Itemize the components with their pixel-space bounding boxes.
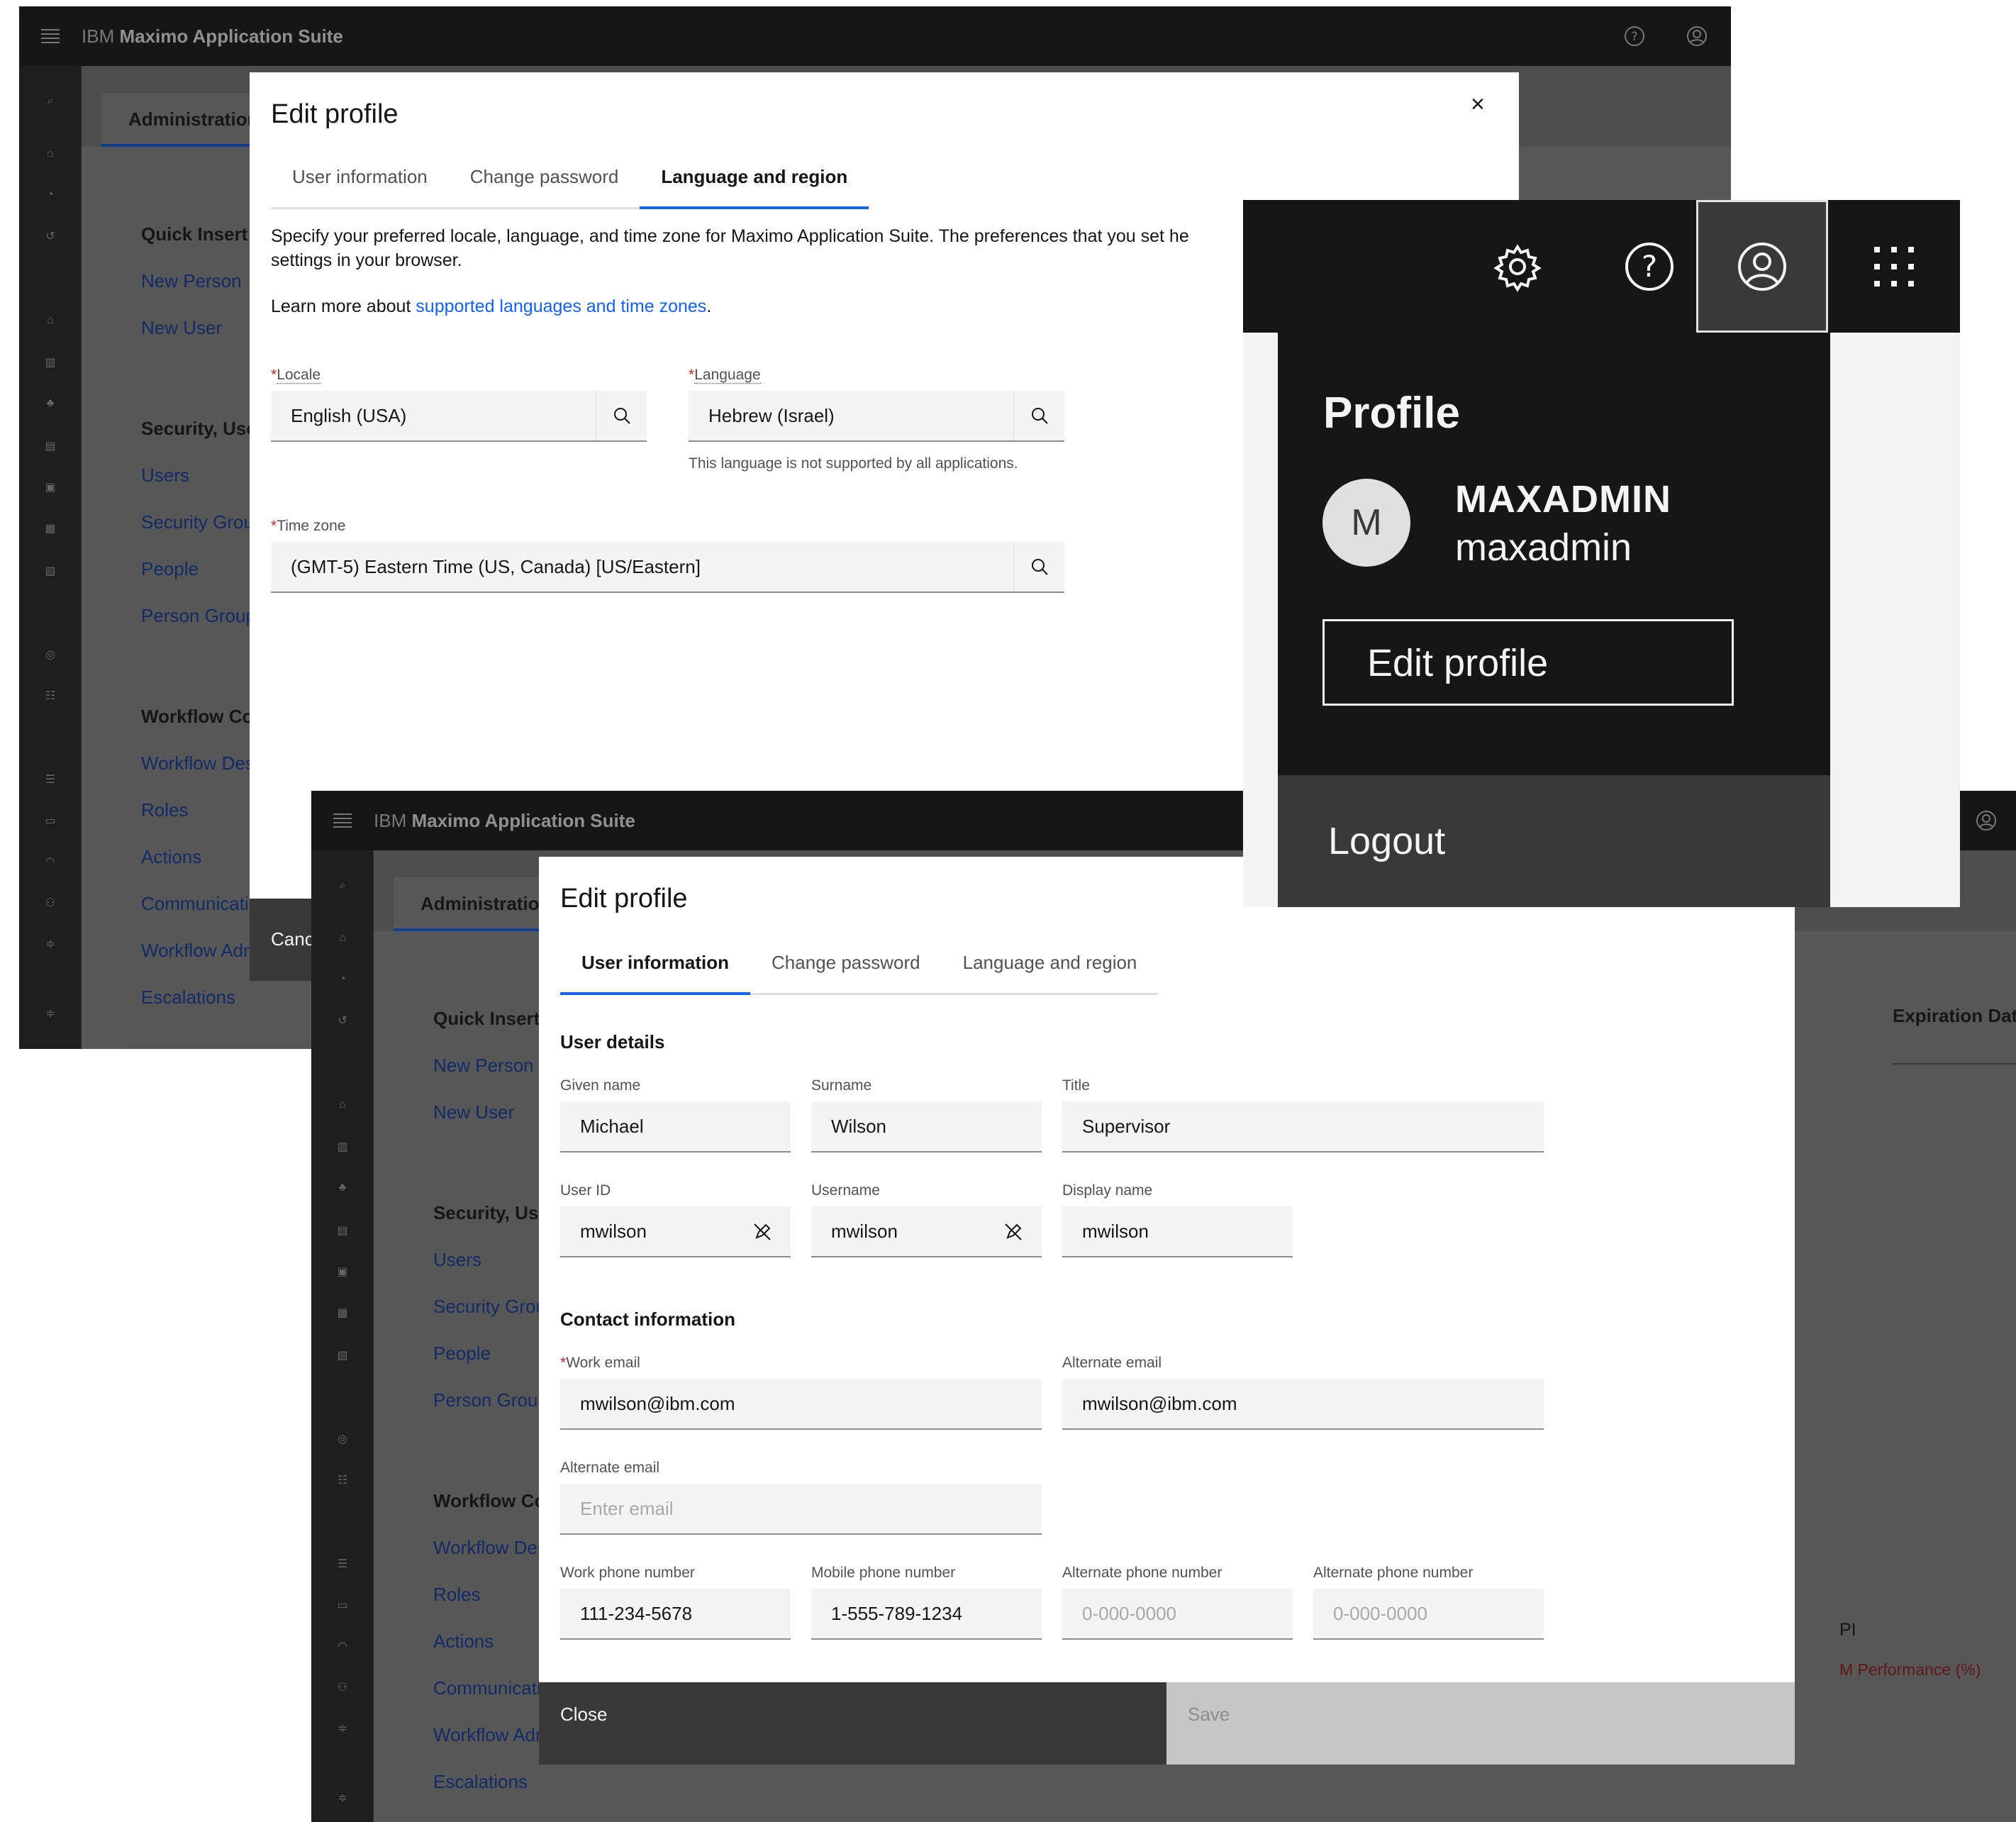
user-details-heading: User details bbox=[560, 1031, 665, 1052]
timezone-field[interactable]: (GMT-5) Eastern Time (US, Canada) [US/Ea… bbox=[271, 542, 1064, 593]
intro-text-2: settings in your browser. bbox=[271, 250, 462, 270]
work-phone-input[interactable]: 111-234-5678 bbox=[560, 1589, 791, 1640]
alternate-email-input[interactable]: mwilson@ibm.com bbox=[1062, 1379, 1544, 1430]
language-helper-text: This language is not supported by all ap… bbox=[689, 455, 1018, 472]
work-phone-label: Work phone number bbox=[560, 1565, 695, 1581]
given-name-label: Given name bbox=[560, 1077, 641, 1094]
title-input[interactable]: Supervisor bbox=[1062, 1101, 1544, 1152]
alt-phone-1-input[interactable]: 0-000-0000 bbox=[1062, 1589, 1293, 1640]
alt-phone-2-input[interactable]: 0-000-0000 bbox=[1313, 1589, 1544, 1640]
surname-label: Surname bbox=[811, 1077, 872, 1094]
tab-user-information[interactable]: User information bbox=[271, 166, 449, 209]
svg-text:?: ? bbox=[1642, 249, 1657, 284]
profile-username: maxadmin bbox=[1455, 526, 1632, 569]
settings-gear-icon[interactable] bbox=[1452, 200, 1583, 333]
search-icon[interactable] bbox=[596, 391, 647, 440]
edit-profile-button[interactable]: Edit profile bbox=[1322, 619, 1734, 706]
alt-phone-2-label: Alternate phone number bbox=[1313, 1565, 1474, 1581]
screenshot-user-information: IBM Maximo Application Suite ⌕ ⌂ ◔ ↺ ⌂ ▥… bbox=[311, 791, 2016, 1822]
language-label: *Language bbox=[689, 367, 761, 384]
save-button[interactable]: Save bbox=[1166, 1682, 1795, 1765]
close-icon[interactable]: × bbox=[1471, 91, 1485, 118]
edit-off-icon bbox=[752, 1222, 772, 1247]
tab-user-information[interactable]: User information bbox=[560, 952, 751, 995]
learn-more-text: Learn more about supported languages and… bbox=[271, 296, 712, 316]
user-profile-icon[interactable] bbox=[1696, 200, 1828, 333]
modal-tabs: User information Change password Languag… bbox=[271, 166, 869, 209]
intro-text: Specify your preferred locale, language,… bbox=[271, 226, 1189, 246]
modal-title: Edit profile bbox=[271, 99, 399, 129]
avatar: M bbox=[1322, 479, 1410, 567]
profile-display-name: MAXADMIN bbox=[1455, 478, 1671, 521]
timezone-label: *Time zone bbox=[271, 518, 346, 534]
language-field[interactable]: Hebrew (Israel) bbox=[689, 391, 1064, 442]
alternate-email-2-label: Alternate email bbox=[560, 1460, 660, 1476]
locale-label: *Locale bbox=[271, 367, 321, 384]
surname-input[interactable]: Wilson bbox=[811, 1101, 1042, 1152]
work-email-input[interactable]: mwilson@ibm.com bbox=[560, 1379, 1042, 1430]
username-label: Username bbox=[811, 1182, 880, 1199]
modal-tabs: User information Change password Languag… bbox=[560, 952, 1159, 995]
supported-languages-link[interactable]: supported languages and time zones bbox=[416, 296, 706, 316]
alt-phone-1-label: Alternate phone number bbox=[1062, 1565, 1223, 1581]
tab-change-password[interactable]: Change password bbox=[448, 166, 640, 209]
modal-title: Edit profile bbox=[560, 884, 688, 913]
mobile-phone-label: Mobile phone number bbox=[811, 1565, 956, 1581]
profile-panel: Profile M MAXADMIN maxadmin Edit profile… bbox=[1278, 333, 1830, 907]
profile-popup-zoom: ? Profile M MAXADMIN maxadmin Edit profi… bbox=[1243, 200, 1960, 907]
mobile-phone-input[interactable]: 1-555-789-1234 bbox=[811, 1589, 1042, 1640]
search-icon[interactable] bbox=[1013, 391, 1064, 440]
profile-heading: Profile bbox=[1323, 389, 1460, 438]
title-label: Title bbox=[1062, 1077, 1090, 1094]
logout-button[interactable]: Logout bbox=[1278, 775, 1830, 907]
edit-off-icon bbox=[1003, 1222, 1023, 1247]
contact-info-heading: Contact information bbox=[560, 1309, 735, 1330]
username-input: mwilson bbox=[811, 1206, 1042, 1257]
app-switcher-icon[interactable] bbox=[1828, 200, 1960, 333]
given-name-input[interactable]: Michael bbox=[560, 1101, 791, 1152]
alternate-email-2-input[interactable]: Enter email bbox=[560, 1484, 1042, 1535]
work-email-label: *Work email bbox=[560, 1355, 640, 1371]
alternate-email-label: Alternate email bbox=[1062, 1355, 1162, 1371]
user-id-label: User ID bbox=[560, 1182, 611, 1199]
locale-field[interactable]: English (USA) bbox=[271, 391, 647, 442]
display-name-label: Display name bbox=[1062, 1182, 1153, 1199]
tab-change-password[interactable]: Change password bbox=[750, 952, 942, 995]
search-icon[interactable] bbox=[1013, 542, 1064, 591]
display-name-input[interactable]: mwilson bbox=[1062, 1206, 1293, 1257]
tab-language-region[interactable]: Language and region bbox=[640, 166, 869, 209]
close-button[interactable]: Close bbox=[539, 1682, 1166, 1765]
tab-language-region[interactable]: Language and region bbox=[941, 952, 1159, 995]
user-id-input: mwilson bbox=[560, 1206, 791, 1257]
header-actions: ? bbox=[1243, 200, 1960, 333]
edit-profile-modal: Edit profile User information Change pas… bbox=[539, 857, 1795, 1765]
